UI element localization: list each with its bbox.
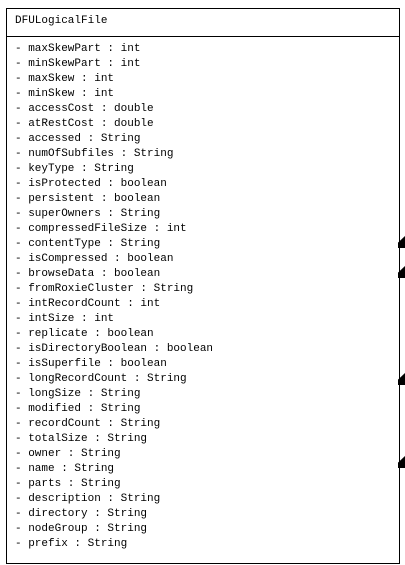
attribute-row: - minSkewPart : int xyxy=(15,58,141,70)
attribute-row: - isCompressed : boolean xyxy=(15,253,174,265)
attribute-row: - name : String xyxy=(15,463,115,475)
attribute-row: - minSkew : int xyxy=(15,88,115,100)
attribute-row: - modified : String xyxy=(15,403,141,415)
attribute-row: - atRestCost : double xyxy=(15,118,154,130)
attribute-row: - intRecordCount : int xyxy=(15,298,161,310)
attribute-row: - numOfSubfiles : String xyxy=(15,148,174,160)
attribute-row: - browseData : boolean xyxy=(15,268,161,280)
attribute-row: - recordCount : String xyxy=(15,418,161,430)
attribute-row: - accessCost : double xyxy=(15,103,154,115)
attribute-row: - maxSkewPart : int xyxy=(15,43,141,55)
attribute-row: - parts : String xyxy=(15,478,121,490)
attribute-row: - isSuperfile : boolean xyxy=(15,358,167,370)
attribute-row: - totalSize : String xyxy=(15,433,148,445)
uml-class-box[interactable]: DFULogicalFile - maxSkewPart : int - minS… xyxy=(6,8,400,564)
attribute-row: - persistent : boolean xyxy=(15,193,161,205)
attribute-row: - owner : String xyxy=(15,448,121,460)
attribute-row: - superOwners : String xyxy=(15,208,161,220)
attribute-row: - maxSkew : int xyxy=(15,73,115,85)
attribute-row: - contentType : String xyxy=(15,238,161,250)
attribute-row: - compressedFileSize : int xyxy=(15,223,187,235)
attribute-row: - nodeGroup : String xyxy=(15,523,148,535)
attribute-row: - longRecordCount : String xyxy=(15,373,187,385)
attribute-row: - longSize : String xyxy=(15,388,141,400)
attribute-row: - description : String xyxy=(15,493,161,505)
attribute-row: - isProtected : boolean xyxy=(15,178,167,190)
attribute-row: - isDirectoryBoolean : boolean xyxy=(15,343,214,355)
attribute-row: - accessed : String xyxy=(15,133,141,145)
attribute-list: - maxSkewPart : int - minSkewPart : int - … xyxy=(7,37,399,552)
attribute-row: - replicate : boolean xyxy=(15,328,154,340)
attribute-row: - fromRoxieCluster : String xyxy=(15,283,194,295)
attribute-row: - prefix : String xyxy=(15,538,128,550)
attribute-row: - keyType : String xyxy=(15,163,134,175)
attribute-row: - directory : String xyxy=(15,508,148,520)
class-name: DFULogicalFile xyxy=(7,9,399,37)
attribute-row: - intSize : int xyxy=(15,313,115,325)
